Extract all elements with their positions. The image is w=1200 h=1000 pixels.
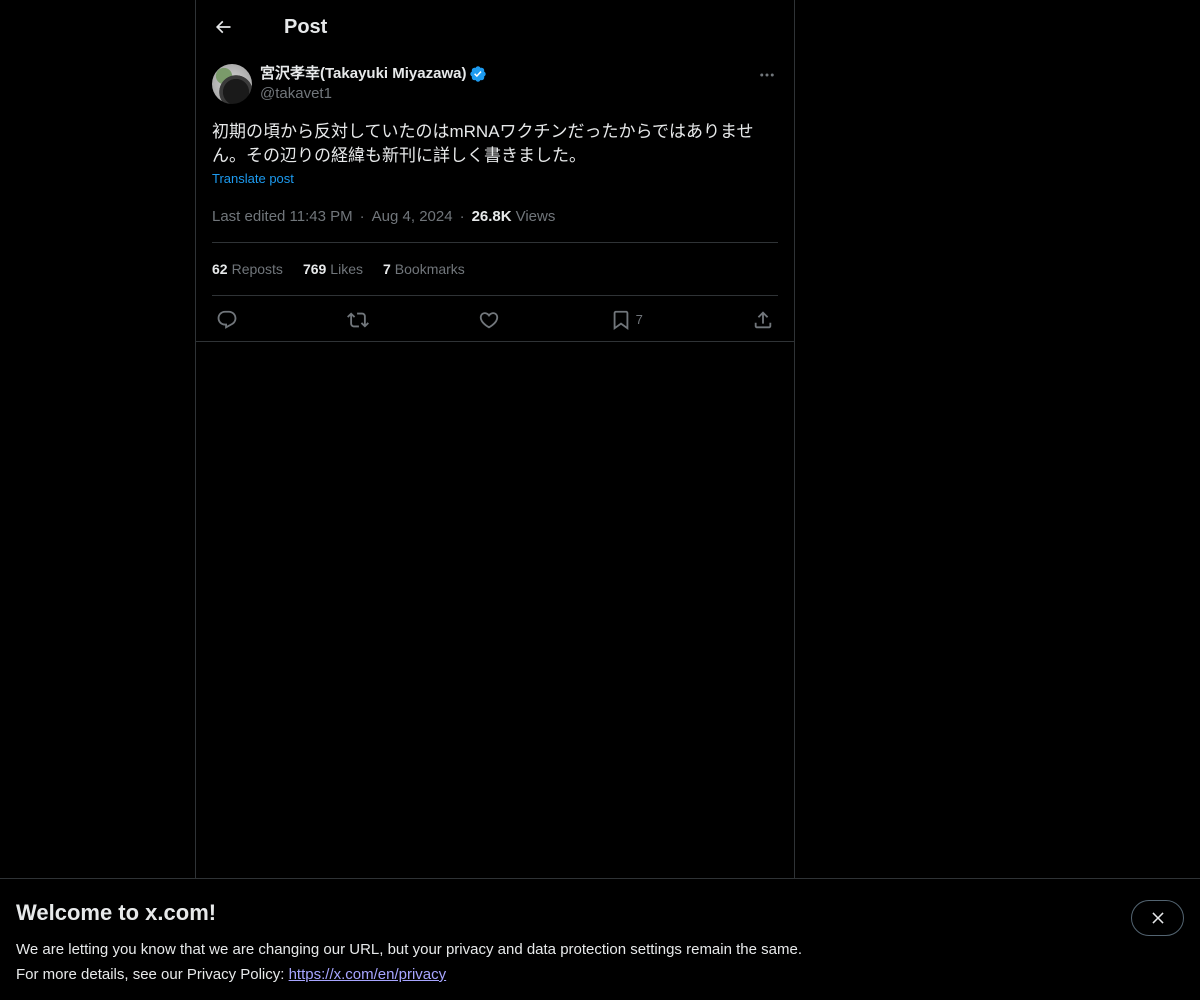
post-header: 宮沢孝幸(Takayuki Miyazawa) @takavet1: [212, 64, 778, 106]
action-bar: 7: [212, 296, 778, 343]
banner-text: We are letting you know that we are chan…: [16, 937, 1184, 987]
banner-line-prefix: For more details, see our Privacy Policy…: [16, 966, 289, 983]
likes-label: Likes: [330, 261, 363, 277]
views-label: Views: [515, 207, 556, 225]
post-text: 初期の頃から反対していたのはmRNAワクチンだったからではありませ ん。その辺り…: [212, 120, 772, 168]
reposts-stat[interactable]: 62 Reposts: [212, 261, 283, 277]
bookmark-icon: [613, 310, 628, 330]
avatar[interactable]: [212, 64, 252, 104]
edited-time[interactable]: Last edited 11:43 PM: [212, 208, 353, 225]
bookmarks-count: 7: [382, 261, 391, 277]
views-count: 26.8K: [471, 207, 512, 225]
post-stats: 62 Reposts 769 Likes 7 Bookmarks: [212, 243, 778, 295]
post-date[interactable]: Aug 4, 2024: [372, 208, 453, 225]
bookmarks-stat[interactable]: 7 Bookmarks: [383, 261, 465, 277]
author-line: 宮沢孝幸(Takayuki Miyazawa): [260, 64, 487, 84]
top-bar: Post: [196, 0, 794, 54]
post-meta: Last edited 11:43 PM · Aug 4, 2024 · 26.…: [212, 206, 778, 226]
banner-line: We are letting you know that we are chan…: [16, 941, 802, 958]
like-button[interactable]: [478, 309, 500, 331]
back-arrow-icon: [215, 20, 231, 34]
reposts-label: Reposts: [231, 261, 283, 277]
share-button[interactable]: [752, 309, 774, 331]
main-column: Post 宮沢孝幸(Takayuki Miyazawa) @takavet1 初…: [195, 0, 795, 1000]
bookmarks-label: Bookmarks: [394, 261, 465, 277]
welcome-banner: Welcome to x.com! We are letting you kno…: [0, 878, 1200, 1000]
post-bottom-border: [196, 341, 794, 342]
share-icon: [754, 310, 772, 328]
like-icon: [480, 311, 499, 328]
reposts-count: 62: [212, 261, 228, 277]
likes-stat[interactable]: 769 Likes: [303, 261, 363, 277]
privacy-policy-link[interactable]: https://x.com/en/privacy: [289, 966, 447, 983]
handle[interactable]: @takavet1: [260, 84, 487, 104]
post-text-line: ん。その辺りの経緯も新刊に詳しく書きました。: [212, 146, 586, 165]
banner-title: Welcome to x.com!: [16, 900, 217, 925]
banner-line: For more details, see our Privacy Policy…: [16, 962, 1184, 987]
likes-count: 769: [302, 261, 327, 277]
bookmark-button[interactable]: 7: [610, 309, 643, 331]
reply-icon: [217, 310, 237, 329]
display-name[interactable]: 宮沢孝幸(Takayuki Miyazawa): [260, 64, 466, 84]
meta-separator: ·: [459, 207, 465, 225]
close-icon: [1151, 912, 1164, 924]
page-title: Post: [284, 15, 328, 38]
repost-button[interactable]: [347, 309, 370, 331]
back-button[interactable]: [212, 16, 234, 38]
reply-button[interactable]: [216, 309, 238, 331]
more-button[interactable]: [756, 64, 778, 86]
post: 宮沢孝幸(Takayuki Miyazawa) @takavet1 初期の頃から…: [196, 64, 794, 343]
translate-post-link[interactable]: Translate post: [212, 171, 294, 186]
bookmark-count: 7: [635, 312, 643, 327]
author-info: 宮沢孝幸(Takayuki Miyazawa) @takavet1: [260, 64, 487, 104]
verified-badge-icon: [469, 65, 487, 83]
meta-separator: ·: [359, 207, 365, 225]
repost-icon: [347, 312, 370, 327]
post-text-line: 初期の頃から反対していたのはmRNAワクチンだったからではありませ: [212, 122, 754, 141]
more-icon: [760, 73, 774, 77]
banner-close-button[interactable]: [1131, 900, 1184, 936]
